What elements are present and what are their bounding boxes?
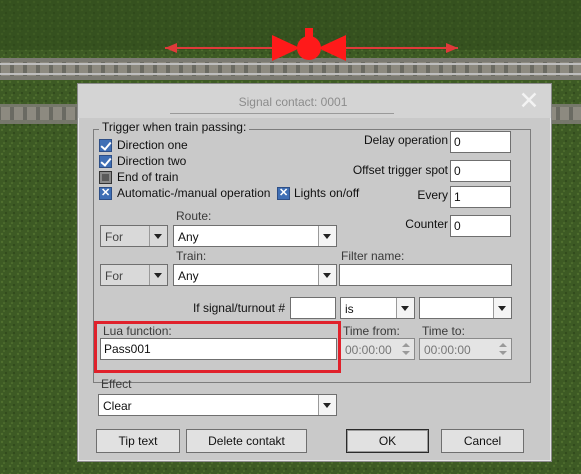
route-value: Any [178,230,199,244]
time-to-value: 00:00:00 [424,343,471,357]
lua-function-input[interactable]: Pass001 [100,338,337,360]
effect-label: Effect [101,377,132,391]
cancel-button[interactable]: Cancel [441,429,524,453]
offset-trigger-label: Offset trigger spot [352,163,448,177]
time-to-label: Time to: [422,324,465,338]
route-for-value: For [105,230,123,244]
tip-text-button[interactable]: Tip text [96,429,180,453]
ok-button[interactable]: OK [346,429,429,453]
chevron-down-icon[interactable] [318,395,336,415]
train-for-select[interactable]: For [100,264,168,286]
if-signal-turnout-input[interactable] [290,297,336,319]
chevron-down-icon[interactable] [149,226,167,246]
lights-label: Lights on/off [294,186,360,200]
filter-name-input[interactable] [339,264,512,286]
dialog-title: Signal contact: 0001 [238,95,348,109]
delay-operation-input[interactable]: 0 [450,131,511,153]
direction-two-label: Direction two [117,154,187,168]
direction-two-checkbox[interactable] [99,155,112,168]
time-to-spinner[interactable] [496,341,510,357]
counter-input[interactable]: 0 [450,215,511,237]
train-for-value: For [105,269,123,283]
train-select[interactable]: Any [173,264,337,286]
offset-trigger-input[interactable]: 0 [450,160,511,182]
time-from-value: 00:00:00 [345,343,392,357]
route-label: Route: [176,209,212,223]
time-to-input[interactable]: 00:00:00 [419,338,512,360]
chevron-down-icon[interactable] [318,265,336,285]
close-icon[interactable]: ✕ [515,87,543,115]
end-of-train-checkbox[interactable] [99,171,112,184]
title-bar: Signal contact: 0001 ✕ [78,84,551,118]
end-of-train-label: End of train [117,170,179,184]
auto-manual-label: Automatic-/manual operation [117,186,271,200]
route-for-select[interactable]: For [100,225,168,247]
route-select[interactable]: Any [173,225,337,247]
chevron-down-icon[interactable] [149,265,167,285]
chevron-down-icon[interactable] [396,298,414,318]
direction-one-label: Direction one [117,138,188,152]
delay-operation-label: Delay operation [363,133,448,147]
lights-checkbox[interactable] [277,186,290,200]
direction-one-checkbox[interactable] [99,139,112,152]
trigger-group-legend: Trigger when train passing: [99,120,250,134]
title-underline [170,113,394,114]
time-from-input[interactable]: 00:00:00 [340,338,415,360]
auto-manual-checkbox[interactable] [99,186,112,200]
time-from-spinner[interactable] [399,341,413,357]
train-label: Train: [176,249,207,263]
filter-name-label: Filter name: [341,249,405,263]
effect-select[interactable]: Clear [98,394,337,416]
train-value: Any [178,269,199,283]
effect-value: Clear [103,399,132,413]
is-value: is [345,302,354,316]
every-label: Every [417,188,448,202]
if-signal-turnout-label: If signal/turnout # [192,301,285,315]
signal-state-select[interactable] [419,297,512,319]
time-from-label: Time from: [343,324,400,338]
signal-contact-dialog: Signal contact: 0001 ✕ Trigger when trai… [77,83,552,462]
chevron-down-icon[interactable] [318,226,336,246]
chevron-down-icon[interactable] [493,298,511,318]
counter-label: Counter [405,217,448,231]
lua-function-label: Lua function: [103,324,172,338]
every-input[interactable]: 1 [450,186,511,208]
is-select[interactable]: is [340,297,415,319]
delete-contact-button[interactable]: Delete contakt [186,429,307,453]
